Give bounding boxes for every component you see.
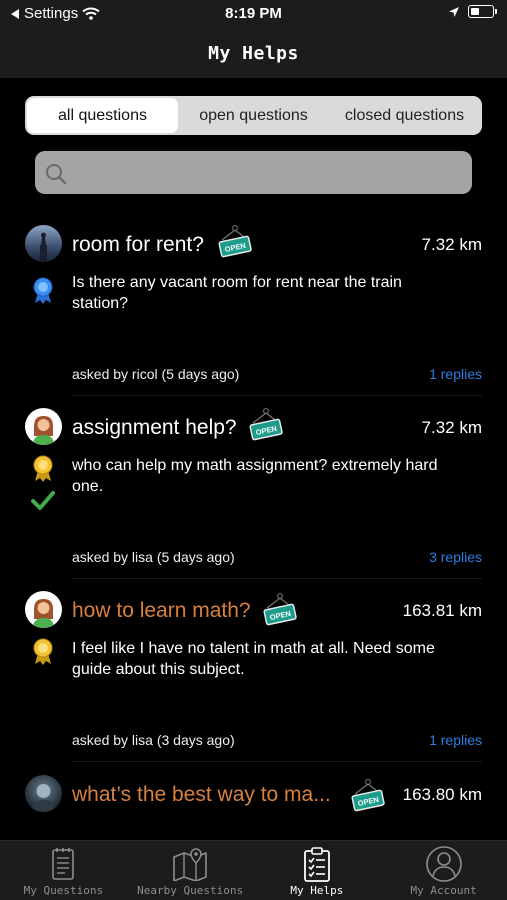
tab-label: Nearby Questions bbox=[137, 884, 244, 897]
distance: 7.32 km bbox=[421, 235, 482, 254]
blue-ribbon-icon bbox=[33, 277, 53, 304]
avatar bbox=[25, 225, 62, 262]
avatar bbox=[25, 775, 62, 812]
question-body: I feel like I have no talent in math at … bbox=[72, 640, 435, 678]
replies-link[interactable]: 1 replies bbox=[429, 732, 482, 748]
question-title: assignment help? bbox=[72, 416, 237, 439]
battery-tip bbox=[495, 9, 497, 14]
gold-ribbon-icon bbox=[33, 455, 53, 482]
user-circle-icon bbox=[425, 846, 462, 882]
segment-all-questions[interactable]: all questions bbox=[27, 98, 178, 133]
question-item[interactable]: how to learn math? OPEN 163.81 km I feel… bbox=[0, 586, 507, 762]
avatar bbox=[25, 408, 62, 445]
tab-my-helps[interactable]: My Helps bbox=[254, 841, 381, 900]
question-item[interactable]: room for rent? OPEN 7.32 km Is there any… bbox=[0, 220, 507, 396]
replies-link[interactable]: 1 replies bbox=[429, 366, 482, 382]
search-icon bbox=[46, 164, 67, 185]
notepad-icon bbox=[52, 848, 75, 880]
open-sign-icon: OPEN bbox=[249, 407, 283, 441]
replies-link[interactable]: 3 replies bbox=[429, 549, 482, 565]
segment-open-questions[interactable]: open questions bbox=[178, 98, 329, 133]
asked-by: asked by lisa (3 days ago) bbox=[72, 732, 235, 748]
asked-by: asked by lisa (5 days ago) bbox=[72, 549, 235, 565]
question-title: how to learn math? bbox=[72, 599, 251, 622]
avatar bbox=[25, 591, 62, 628]
asked-by: asked by ricol (5 days ago) bbox=[72, 366, 240, 382]
question-filter-segmented-control: all questions open questions closed ques… bbox=[25, 96, 482, 135]
search-input[interactable] bbox=[35, 151, 472, 194]
clipboard-check-icon bbox=[303, 847, 330, 882]
distance: 163.81 km bbox=[402, 601, 482, 620]
battery-icon bbox=[468, 5, 494, 18]
tab-my-questions[interactable]: My Questions bbox=[0, 841, 127, 900]
clock: 8:19 PM bbox=[225, 5, 282, 22]
distance: 163.80 km bbox=[402, 785, 482, 804]
open-sign-icon: OPEN bbox=[263, 592, 297, 626]
question-body: who can help my math assignment? extreme… bbox=[72, 457, 438, 495]
question-item[interactable]: what’s the best way to ma... OPEN 163.80… bbox=[0, 770, 507, 840]
divider bbox=[72, 578, 482, 579]
check-icon bbox=[31, 491, 55, 510]
question-item[interactable]: assignment help? OPEN 7.32 km who can he… bbox=[0, 403, 507, 579]
location-arrow-icon bbox=[449, 6, 459, 17]
tab-label: My Account bbox=[410, 884, 477, 897]
divider bbox=[72, 761, 482, 762]
open-sign-icon: OPEN bbox=[351, 778, 385, 812]
distance: 7.32 km bbox=[421, 418, 482, 437]
status-bar: Settings 8:19 PM bbox=[0, 0, 507, 30]
question-title: room for rent? bbox=[72, 233, 204, 256]
open-sign-icon: OPEN bbox=[218, 224, 252, 258]
tab-nearby-questions[interactable]: Nearby Questions bbox=[127, 841, 254, 900]
divider bbox=[72, 395, 482, 396]
tab-label: My Helps bbox=[290, 884, 344, 897]
tab-bar: My Questions Nearby Questions My Helps M… bbox=[0, 840, 507, 900]
navigation-bar: My Helps bbox=[0, 30, 507, 78]
map-icon bbox=[173, 848, 207, 881]
status-right bbox=[448, 5, 497, 18]
gold-ribbon-icon bbox=[33, 638, 53, 665]
tab-my-account[interactable]: My Account bbox=[380, 841, 507, 900]
question-title: what’s the best way to ma... bbox=[72, 783, 331, 806]
question-body: Is there any vacant room for rent near t… bbox=[72, 274, 402, 312]
page-title: My Helps bbox=[208, 43, 299, 64]
tab-label: My Questions bbox=[23, 884, 104, 897]
segment-closed-questions[interactable]: closed questions bbox=[329, 98, 480, 133]
